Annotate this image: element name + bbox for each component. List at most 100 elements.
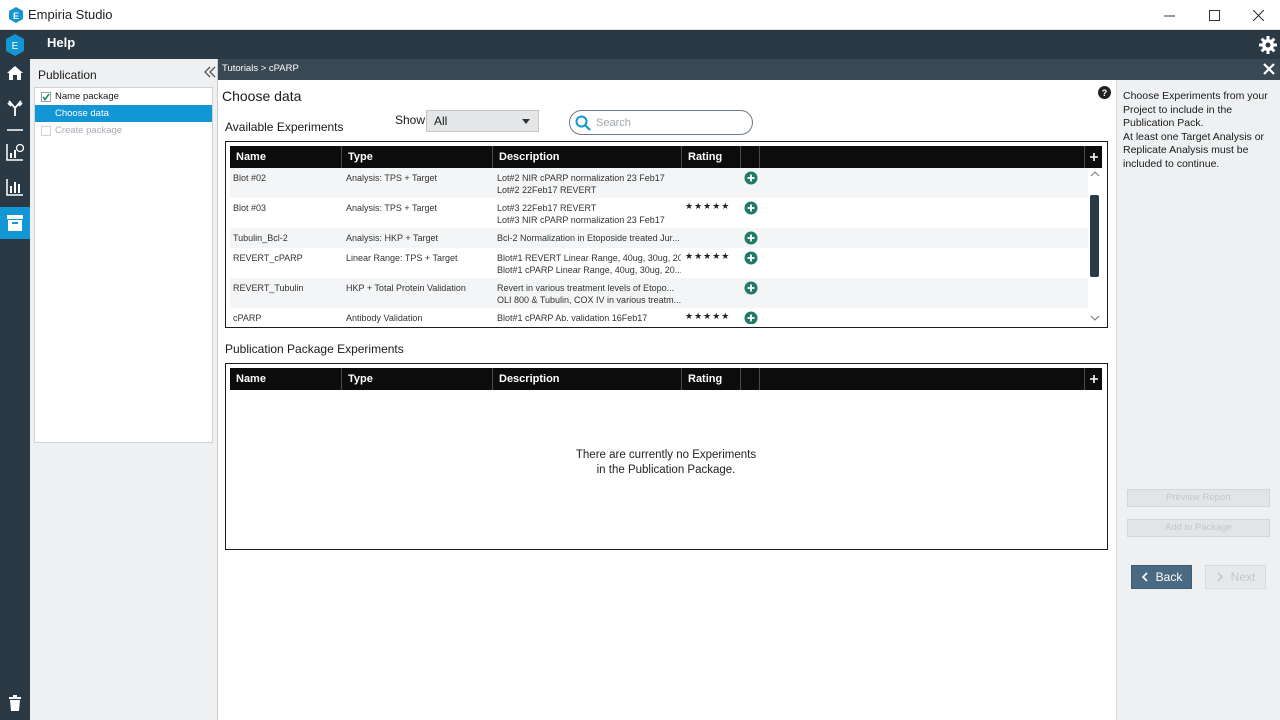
col-name-header[interactable]: Name xyxy=(230,146,342,168)
svg-text:?: ? xyxy=(1102,88,1108,98)
breadcrumb[interactable]: Tutorials > cPARP xyxy=(222,63,299,74)
trash-icon xyxy=(9,695,21,711)
help-menu[interactable]: Help xyxy=(47,35,75,50)
window-title: Empiria Studio xyxy=(28,7,113,22)
page-title: Choose data xyxy=(222,88,302,104)
column-chooser-button[interactable] xyxy=(1084,146,1102,168)
maximize-icon xyxy=(1208,9,1220,21)
checkbox-empty xyxy=(41,125,51,136)
workflow-panel: Publication Name package Choose data Cre… xyxy=(30,59,218,720)
search-icon xyxy=(575,115,591,131)
available-rows: Blot #02 Analysis: TPS + Target Lot#2 NI… xyxy=(230,168,1088,324)
step-create-package: Create package xyxy=(35,122,212,139)
col-rating-header[interactable]: Rating xyxy=(682,146,741,168)
row-description: Lot#2 NIR cPARP normalization 23 Feb17 Lo… xyxy=(497,173,665,195)
rail-logo[interactable]: E xyxy=(0,30,30,60)
package-experiments-title: Publication Package Experiments xyxy=(225,342,404,356)
chevron-down-icon[interactable] xyxy=(1090,314,1100,322)
table-row[interactable]: Blot #02 Analysis: TPS + Target Lot#2 NI… xyxy=(230,168,1088,198)
add-to-package-button[interactable]: Add to Package xyxy=(1127,519,1270,537)
col-type-header[interactable]: Type xyxy=(342,368,493,390)
table-row[interactable]: Tubulin_Bcl-2 Analysis: HKP + Target Bcl… xyxy=(230,228,1088,248)
row-name: Blot #02 xyxy=(233,173,267,183)
svg-text:E: E xyxy=(13,11,19,21)
svg-text:E: E xyxy=(12,41,19,52)
preview-report-button[interactable]: Preview Report xyxy=(1127,489,1270,507)
row-type: Analysis: HKP + Target xyxy=(346,233,438,243)
chevron-right-icon xyxy=(1217,572,1223,582)
rail-analysis[interactable] xyxy=(0,137,30,167)
minimize-button[interactable] xyxy=(1146,0,1192,30)
table-row[interactable]: REVERT_cPARP Linear Range: TPS + Target … xyxy=(230,248,1088,278)
column-chooser-button[interactable] xyxy=(1084,368,1102,390)
col-name-header[interactable]: Name xyxy=(230,368,342,390)
col-description-header[interactable]: Description xyxy=(493,368,682,390)
chevron-down-icon xyxy=(522,119,530,124)
workflow-title: Publication xyxy=(38,68,97,82)
step-label: Create package xyxy=(55,125,123,136)
step-label: Choose data xyxy=(55,108,109,119)
col-add-header xyxy=(741,146,760,168)
back-button[interactable]: Back xyxy=(1131,565,1192,589)
vertical-scrollbar[interactable] xyxy=(1088,168,1102,324)
col-add-header xyxy=(741,368,760,390)
col-rating-header[interactable]: Rating xyxy=(682,368,741,390)
row-description: Revert in various treatment levels of Et… xyxy=(497,283,681,305)
add-circle-icon[interactable] xyxy=(744,251,758,265)
add-circle-icon[interactable] xyxy=(744,311,758,324)
row-name: Blot #03 xyxy=(233,203,267,213)
row-type: Antibody Validation xyxy=(346,313,423,323)
row-rating: ★★★★★ xyxy=(685,201,731,211)
table-header: Name Type Description Rating xyxy=(230,368,1102,390)
help-icon[interactable]: ? xyxy=(1098,86,1111,99)
step-name-package[interactable]: Name package xyxy=(35,88,212,105)
plus-icon xyxy=(1089,375,1098,383)
row-type: Analysis: TPS + Target xyxy=(346,203,437,213)
show-filter-value: All xyxy=(434,114,448,128)
add-circle-icon[interactable] xyxy=(744,231,758,245)
col-description-header[interactable]: Description xyxy=(493,146,682,168)
step-choose-data[interactable]: Choose data xyxy=(35,105,212,122)
row-name: REVERT_Tubulin xyxy=(233,283,304,293)
bar-chart-icon xyxy=(6,179,23,196)
table-row[interactable]: cPARP Antibody Validation Blot#1 cPARP A… xyxy=(230,308,1088,324)
add-circle-icon[interactable] xyxy=(744,201,758,215)
menu-bar: Help xyxy=(30,30,1280,59)
search-box[interactable] xyxy=(569,110,753,135)
home-icon xyxy=(7,66,23,80)
rail-publication[interactable] xyxy=(0,207,30,239)
table-header: Name Type Description Rating xyxy=(230,146,1102,168)
row-type: Linear Range: TPS + Target xyxy=(346,253,458,263)
step-label: Name package xyxy=(55,91,119,102)
close-window-button[interactable] xyxy=(1235,0,1280,30)
collapse-panel-icon[interactable] xyxy=(204,66,216,78)
table-row[interactable]: REVERT_Tubulin HKP + Total Protein Valid… xyxy=(230,278,1088,308)
row-description: Blot#1 cPARP Ab. validation 16Feb17 xyxy=(497,313,648,323)
available-experiments-title: Available Experiments xyxy=(225,120,344,134)
add-circle-icon[interactable] xyxy=(744,281,758,295)
gear-icon[interactable] xyxy=(1258,35,1278,55)
table-row[interactable]: Blot #03 Analysis: TPS + Target Lot#3 22… xyxy=(230,198,1088,228)
checkmark-icon xyxy=(42,93,50,101)
chart-check-icon xyxy=(6,143,24,161)
scrollbar-thumb[interactable] xyxy=(1090,195,1099,277)
rail-reports[interactable] xyxy=(0,172,30,202)
row-name: REVERT_cPARP xyxy=(233,253,303,263)
chevron-up-icon[interactable] xyxy=(1090,170,1100,178)
rail-home[interactable] xyxy=(0,58,30,88)
add-circle-icon[interactable] xyxy=(744,171,758,185)
row-description: Lot#3 22Feb17 REVERT Lot#3 NIR cPARP norm… xyxy=(497,203,665,225)
row-rating: ★★★★★ xyxy=(685,251,731,261)
show-filter-select[interactable]: All xyxy=(426,110,539,132)
app-logo-icon: E xyxy=(9,7,23,23)
package-experiments-table: Name Type Description Rating There are c… xyxy=(225,363,1108,550)
rail-trash[interactable] xyxy=(0,688,30,718)
main-content: Choose data ? Available Experiments Show… xyxy=(218,80,1116,720)
close-icon[interactable] xyxy=(1262,62,1276,76)
next-button[interactable]: Next xyxy=(1205,565,1266,589)
empty-state-message: There are currently no Experiments in the… xyxy=(575,449,757,476)
search-input[interactable] xyxy=(596,115,746,131)
archive-box-icon xyxy=(7,215,23,231)
maximize-button[interactable] xyxy=(1191,0,1237,30)
col-type-header[interactable]: Type xyxy=(342,146,493,168)
